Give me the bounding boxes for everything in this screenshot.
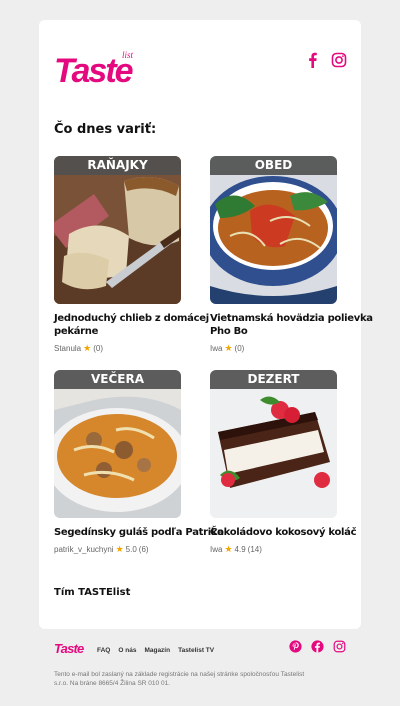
header-social — [305, 52, 347, 68]
footer-nav: FAQ O nás Magazín Tastelist TV — [97, 647, 214, 654]
instagram-icon[interactable] — [333, 640, 346, 653]
category-badge: OBED — [210, 156, 337, 175]
bread-photo — [54, 156, 181, 304]
recipe-reviews: (0) — [234, 344, 245, 353]
recipe-author: Stanula — [54, 344, 82, 353]
category-badge: VEČERA — [54, 370, 181, 389]
recipe-image[interactable]: RAŇAJKY — [54, 156, 181, 304]
tastelist-logo[interactable]: Taste list — [54, 50, 148, 86]
footer-link-faq[interactable]: FAQ — [97, 647, 110, 654]
svg-text:list: list — [122, 50, 134, 60]
recipe-rating: 4.9 — [234, 545, 246, 554]
footer-link-about[interactable]: O nás — [118, 647, 136, 654]
goulash-photo — [54, 370, 181, 518]
category-badge: RAŇAJKY — [54, 156, 181, 175]
recipe-title[interactable]: Jednoduchý chlieb z domácej pekárne — [54, 312, 209, 338]
category-badge: DEZERT — [210, 370, 337, 389]
recipe-meta: Iwa ★ (0) — [210, 343, 337, 354]
recipe-meta: Iwa ★ 4.9 (14) — [210, 544, 337, 555]
star-icon: ★ — [224, 544, 233, 554]
recipe-reviews: (0) — [93, 344, 103, 353]
recipe-author: Iwa — [210, 545, 223, 554]
footer-disclaimer: Tento e-mail bol zaslaný na základe regi… — [54, 671, 305, 687]
recipe-author: Iwa — [210, 344, 223, 353]
instagram-icon[interactable] — [331, 52, 347, 68]
recipe-title[interactable]: Segedínsky guláš podľa Patrika — [54, 526, 224, 539]
footer-social — [289, 640, 346, 653]
recipe-card-dessert[interactable]: DEZERT Čokoládovo kokosový koláč Iwa ★ 4… — [210, 370, 357, 555]
star-icon: ★ — [224, 343, 233, 353]
footer-link-tv[interactable]: Tastelist TV — [178, 647, 214, 654]
recipe-reviews: (14) — [247, 545, 262, 554]
svg-text:Taste: Taste — [54, 641, 84, 655]
recipe-image[interactable]: VEČERA — [54, 370, 181, 518]
recipe-reviews: (6) — [138, 545, 149, 554]
signature: Tím TASTElist — [54, 587, 131, 598]
svg-text:Taste: Taste — [54, 52, 133, 86]
recipe-meta: Stanula ★ (0) — [54, 343, 181, 354]
star-icon: ★ — [83, 343, 92, 353]
facebook-icon[interactable] — [311, 640, 324, 653]
star-icon: ★ — [115, 544, 124, 554]
recipe-title[interactable]: Čokoládovo kokosový koláč — [210, 526, 357, 539]
pinterest-icon[interactable] — [289, 640, 302, 653]
recipe-image[interactable]: OBED — [210, 156, 337, 304]
recipe-card-dinner[interactable]: VEČERA Segedínsky guláš podľa Patrika pa… — [54, 370, 224, 555]
recipe-title[interactable]: Vietnamská hovädzia polievka Pho Bo — [210, 312, 373, 338]
recipe-meta: patrik_v_kuchyni ★ 5.0 (6) — [54, 544, 181, 555]
section-heading: Čo dnes variť: — [54, 122, 157, 137]
recipe-image[interactable]: DEZERT — [210, 370, 337, 518]
recipe-author: patrik_v_kuchyni — [54, 545, 114, 554]
footer-logo[interactable]: Taste — [54, 641, 86, 655]
facebook-icon[interactable] — [305, 52, 321, 68]
email-card: Taste list Čo dnes variť: RAŇAJKY Jednod… — [39, 20, 373, 629]
recipe-card-breakfast[interactable]: RAŇAJKY Jednoduchý chlieb z domácej peká… — [54, 156, 209, 354]
footer-link-magazine[interactable]: Magazín — [144, 647, 170, 654]
recipe-rating: 5.0 — [125, 545, 137, 554]
chocolate-cake-photo — [210, 370, 337, 518]
recipe-card-lunch[interactable]: OBED Vietnamská hovädzia polievka Pho Bo… — [210, 156, 373, 354]
pho-soup-photo — [210, 156, 337, 304]
